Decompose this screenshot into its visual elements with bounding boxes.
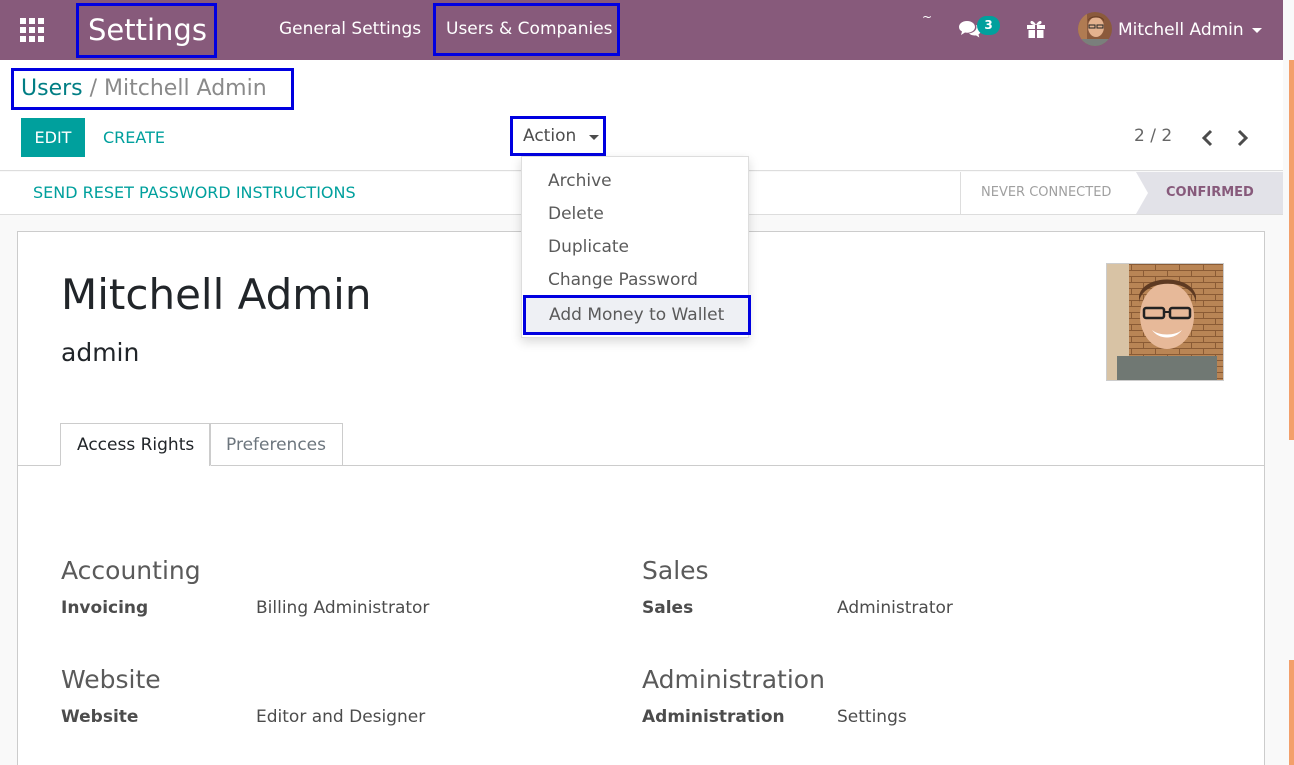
- send-reset-password-button[interactable]: SEND RESET PASSWORD INSTRUCTIONS: [33, 172, 356, 214]
- breadcrumb-users-link[interactable]: Users: [21, 76, 83, 101]
- status-tilde: ~: [922, 10, 933, 24]
- stage-confirmed: CONFIRMED: [1136, 172, 1283, 214]
- breadcrumb-separator: /: [89, 76, 98, 101]
- notebook-tabs: Access Rights Preferences: [18, 423, 1264, 466]
- field-label-invoicing: Invoicing: [61, 598, 149, 618]
- menu-item-archive[interactable]: Archive: [522, 165, 748, 198]
- field-value-sales: Administrator: [837, 598, 953, 618]
- user-login: admin: [61, 338, 140, 367]
- group-title-accounting: Accounting: [61, 556, 201, 585]
- field-label-sales: Sales: [642, 598, 694, 618]
- menu-users-companies[interactable]: Users & Companies: [433, 3, 620, 56]
- app-title[interactable]: Settings: [76, 3, 217, 58]
- edit-button[interactable]: EDIT: [21, 118, 85, 157]
- stage-arrow: [1136, 172, 1148, 214]
- menu-general-settings[interactable]: General Settings: [279, 3, 421, 56]
- user-avatar[interactable]: [1078, 12, 1112, 46]
- control-panel: Users / Mitchell Admin EDIT CREATE Actio…: [0, 60, 1283, 171]
- chevron-left-icon[interactable]: [1200, 129, 1214, 147]
- breadcrumb-current: Mitchell Admin: [104, 76, 267, 101]
- action-dropdown-menu: Archive Delete Duplicate Change Password…: [521, 156, 751, 338]
- action-dropdown-button[interactable]: Action: [510, 116, 606, 156]
- top-navbar: Settings General Settings Users & Compan…: [0, 0, 1283, 60]
- menu-item-add-money-to-wallet[interactable]: Add Money to Wallet: [523, 295, 751, 335]
- field-value-website: Editor and Designer: [256, 707, 426, 727]
- breadcrumb: Users / Mitchell Admin: [11, 68, 294, 110]
- group-title-website: Website: [61, 665, 161, 694]
- group-title-administration: Administration: [642, 665, 825, 694]
- chevron-down-icon[interactable]: [1252, 28, 1262, 33]
- user-name-title: Mitchell Admin: [61, 270, 372, 319]
- caret-down-icon: [589, 135, 599, 140]
- scrollbar-accent[interactable]: [1289, 60, 1294, 440]
- action-label: Action: [523, 126, 577, 146]
- chevron-right-icon[interactable]: [1236, 129, 1250, 147]
- field-label-website: Website: [61, 707, 139, 727]
- user-photo[interactable]: [1106, 263, 1224, 381]
- pager-value[interactable]: 2 / 2: [1134, 126, 1172, 146]
- field-label-administration: Administration: [642, 707, 785, 727]
- menu-item-delete[interactable]: Delete: [522, 198, 748, 231]
- tab-preferences[interactable]: Preferences: [209, 423, 343, 466]
- field-value-administration: Settings: [837, 707, 907, 727]
- tab-access-rights[interactable]: Access Rights: [60, 423, 212, 466]
- field-value-invoicing: Billing Administrator: [256, 598, 430, 618]
- menu-item-change-password[interactable]: Change Password: [522, 264, 748, 297]
- chat-count-badge: 3: [977, 16, 1000, 35]
- create-button[interactable]: CREATE: [103, 118, 165, 157]
- scrollbar-accent-lower[interactable]: [1289, 660, 1294, 765]
- menu-item-duplicate[interactable]: Duplicate: [522, 231, 748, 264]
- apps-menu-icon[interactable]: [20, 18, 44, 42]
- gift-icon[interactable]: [1026, 19, 1046, 39]
- stage-never-connected: NEVER CONNECTED: [960, 172, 1138, 214]
- user-menu-name[interactable]: Mitchell Admin: [1118, 17, 1244, 43]
- group-title-sales: Sales: [642, 556, 709, 585]
